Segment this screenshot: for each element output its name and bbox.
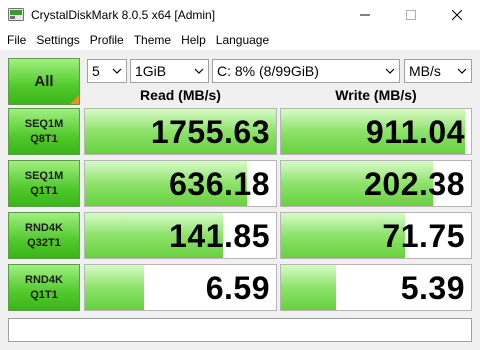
read-header: Read (MB/s) bbox=[140, 87, 221, 103]
chevron-down-icon bbox=[112, 68, 122, 74]
close-button[interactable] bbox=[434, 0, 480, 30]
write-result-bar bbox=[281, 265, 337, 310]
read-result-value: 636.18 bbox=[169, 166, 270, 202]
read-result-bar bbox=[85, 265, 145, 310]
write-result-rnd4k-q1t1: 5.39 bbox=[280, 264, 472, 311]
menu-theme[interactable]: Theme bbox=[129, 31, 176, 49]
write-result-value: 5.39 bbox=[400, 270, 465, 306]
minimize-button[interactable] bbox=[342, 0, 388, 30]
write-result-seq1m-q1t1: 202.38 bbox=[280, 160, 472, 207]
write-result-rnd4k-q32t1: 71.75 bbox=[280, 212, 472, 259]
menu-settings[interactable]: Settings bbox=[31, 31, 84, 49]
benchmark-panel: All 5 1GiB C: 8% (8/99GiB) MB/s Read (MB… bbox=[0, 50, 480, 350]
unit-value: MB/s bbox=[409, 63, 441, 79]
read-result-value: 1755.63 bbox=[150, 114, 270, 150]
write-header: Write (MB/s) bbox=[335, 87, 417, 103]
test-seq1m-q1t1-button[interactable]: SEQ1M Q1T1 bbox=[8, 160, 80, 207]
comment-input[interactable] bbox=[8, 318, 472, 342]
chevron-down-icon bbox=[194, 68, 204, 74]
all-button-corner-marker bbox=[70, 95, 79, 104]
test-count-select[interactable]: 5 bbox=[87, 59, 127, 83]
title-bar: CrystalDiskMark 8.0.5 x64 [Admin] bbox=[0, 0, 480, 30]
read-result-rnd4k-q32t1: 141.85 bbox=[84, 212, 277, 259]
menu-bar: File Settings Profile Theme Help Languag… bbox=[0, 30, 480, 50]
test-rnd4k-q32t1-button[interactable]: RND4K Q32T1 bbox=[8, 212, 80, 259]
menu-file[interactable]: File bbox=[2, 31, 31, 49]
chevron-down-icon bbox=[457, 68, 467, 74]
test-name: RND4K bbox=[25, 273, 63, 286]
test-name: RND4K bbox=[25, 221, 63, 234]
test-seq1m-q8t1-button[interactable]: SEQ1M Q8T1 bbox=[8, 108, 80, 155]
menu-language[interactable]: Language bbox=[211, 31, 274, 49]
menu-help[interactable]: Help bbox=[176, 31, 211, 49]
test-size-select[interactable]: 1GiB bbox=[130, 59, 209, 83]
minimize-icon bbox=[360, 14, 370, 16]
close-icon bbox=[452, 10, 462, 20]
unit-select[interactable]: MB/s bbox=[404, 59, 472, 83]
all-button[interactable]: All bbox=[8, 58, 80, 105]
test-count-value: 5 bbox=[92, 63, 100, 79]
test-rnd4k-q1t1-button[interactable]: RND4K Q1T1 bbox=[8, 264, 80, 311]
read-result-seq1m-q1t1: 636.18 bbox=[84, 160, 277, 207]
write-result-value: 202.38 bbox=[364, 166, 465, 202]
test-name: SEQ1M bbox=[24, 169, 64, 182]
read-result-value: 6.59 bbox=[205, 270, 270, 306]
drive-value: C: 8% (8/99GiB) bbox=[217, 63, 319, 79]
write-result-value: 911.04 bbox=[365, 114, 465, 150]
app-disk-icon bbox=[8, 8, 24, 21]
read-result-rnd4k-q1t1: 6.59 bbox=[84, 264, 277, 311]
test-params: Q1T1 bbox=[30, 184, 58, 197]
test-name: SEQ1M bbox=[24, 117, 64, 130]
read-result-value: 141.85 bbox=[169, 218, 270, 254]
maximize-button[interactable] bbox=[388, 0, 434, 30]
test-params: Q1T1 bbox=[30, 288, 58, 301]
maximize-icon bbox=[406, 10, 416, 20]
write-result-value: 71.75 bbox=[382, 218, 465, 254]
chevron-down-icon bbox=[385, 68, 395, 74]
window-title: CrystalDiskMark 8.0.5 x64 [Admin] bbox=[31, 8, 216, 22]
menu-profile[interactable]: Profile bbox=[85, 31, 129, 49]
read-result-seq1m-q8t1: 1755.63 bbox=[84, 108, 277, 155]
test-params: Q32T1 bbox=[27, 236, 61, 249]
drive-select[interactable]: C: 8% (8/99GiB) bbox=[212, 59, 400, 83]
write-result-seq1m-q8t1: 911.04 bbox=[280, 108, 472, 155]
test-params: Q8T1 bbox=[30, 132, 58, 145]
all-button-label: All bbox=[34, 73, 54, 90]
test-size-value: 1GiB bbox=[135, 63, 167, 79]
